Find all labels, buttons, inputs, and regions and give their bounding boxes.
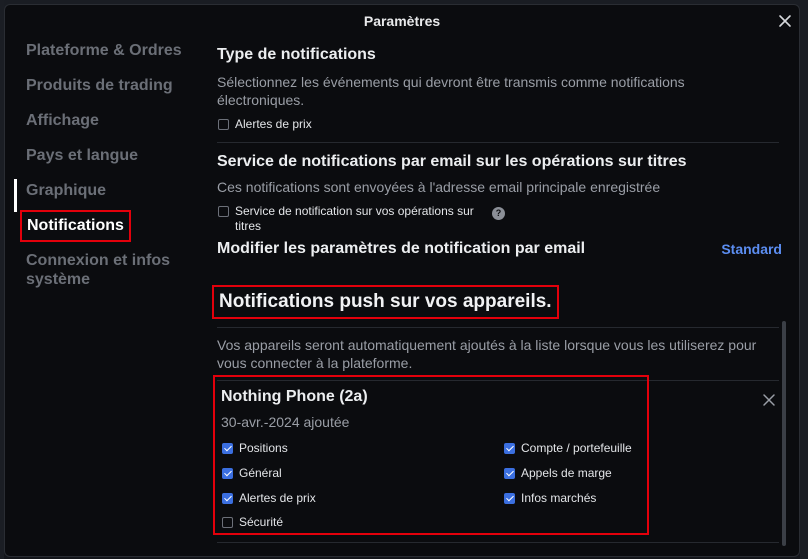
email-service-checkbox[interactable] bbox=[218, 206, 229, 217]
settings-sidebar: Plateforme & Ordres Produits de trading … bbox=[5, 41, 200, 304]
positions-checkbox[interactable] bbox=[222, 443, 233, 454]
email-settings-row: Modifier les paramètres de notification … bbox=[217, 239, 782, 259]
close-icon[interactable] bbox=[777, 13, 793, 29]
section-description-push: Vos appareils seront automatiquement ajo… bbox=[217, 337, 757, 371]
section-title-push: Notifications push sur vos appareils. bbox=[212, 285, 559, 319]
push-title-wrap: Notifications push sur vos appareils. bbox=[212, 285, 781, 319]
standard-link[interactable]: Standard bbox=[721, 241, 782, 257]
option-positions[interactable]: Positions bbox=[221, 441, 316, 456]
option-account-portfolio[interactable]: Compte / portefeuille bbox=[503, 441, 632, 456]
market-info-label: Infos marchés bbox=[521, 491, 597, 505]
dialog-title: Paramètres bbox=[363, 13, 441, 29]
sidebar-item-platform-orders[interactable]: Plateforme & Ordres bbox=[5, 41, 200, 61]
divider bbox=[217, 142, 779, 143]
margin-calls-checkbox[interactable] bbox=[504, 468, 515, 479]
security-checkbox[interactable] bbox=[222, 517, 233, 528]
dialog-header: Paramètres bbox=[5, 5, 799, 37]
divider bbox=[217, 542, 779, 543]
section-title-notification-type: Type de notifications bbox=[217, 46, 376, 63]
section-description-email-service: Ces notifications sont envoyées à l'adre… bbox=[217, 179, 661, 195]
device-card-highlight: Nothing Phone (2a) 30-avr.-2024 ajoutée … bbox=[213, 375, 649, 535]
device-options-left: Positions Général Alertes de prix Sécuri… bbox=[221, 441, 316, 530]
sidebar-active-indicator bbox=[14, 179, 17, 212]
option-general[interactable]: Général bbox=[221, 466, 316, 481]
option-market-info[interactable]: Infos marchés bbox=[503, 491, 632, 506]
account-portfolio-checkbox[interactable] bbox=[504, 443, 515, 454]
scrollbar[interactable] bbox=[782, 321, 786, 546]
sidebar-item-chart[interactable]: Graphique bbox=[5, 181, 200, 201]
sidebar-item-country-language[interactable]: Pays et langue bbox=[5, 146, 200, 166]
remove-device-icon[interactable] bbox=[762, 393, 776, 407]
option-price-alerts[interactable]: Alertes de prix bbox=[221, 491, 316, 506]
device-added-date: 30-avr.-2024 ajoutée bbox=[221, 414, 350, 430]
device-price-alerts-label: Alertes de prix bbox=[239, 491, 316, 505]
price-alerts-label: Alertes de prix bbox=[235, 117, 312, 131]
sidebar-item-login-system[interactable]: Connexion et infos système bbox=[5, 251, 175, 289]
sidebar-item-notifications[interactable]: Notifications bbox=[5, 210, 200, 242]
security-label: Sécurité bbox=[239, 515, 284, 529]
sidebar-item-trading-products[interactable]: Produits de trading bbox=[5, 76, 200, 96]
notifications-panel: Type de notifications Sélectionnez les é… bbox=[212, 41, 782, 381]
account-portfolio-label: Compte / portefeuille bbox=[521, 441, 632, 455]
positions-label: Positions bbox=[239, 441, 288, 455]
section-description-notification-type: Sélectionnez les événements qui devront … bbox=[217, 74, 685, 108]
section-title-email-service: Service de notifications par email sur l… bbox=[217, 153, 687, 170]
email-service-checkbox-row[interactable]: Service de notification sur vos opératio… bbox=[217, 204, 781, 234]
help-icon[interactable]: ? bbox=[492, 207, 505, 220]
option-margin-calls[interactable]: Appels de marge bbox=[503, 466, 632, 481]
price-alerts-checkbox[interactable] bbox=[218, 119, 229, 130]
background-app-right bbox=[800, 0, 808, 559]
device-options-right: Compte / portefeuille Appels de marge In… bbox=[503, 441, 632, 506]
device-name: Nothing Phone (2a) bbox=[221, 388, 368, 405]
general-checkbox[interactable] bbox=[222, 468, 233, 479]
sidebar-item-display[interactable]: Affichage bbox=[5, 111, 200, 131]
divider bbox=[217, 327, 779, 328]
section-title-email-settings: Modifier les paramètres de notification … bbox=[217, 240, 586, 257]
option-security[interactable]: Sécurité bbox=[221, 515, 316, 530]
price-alerts-checkbox-row[interactable]: Alertes de prix bbox=[217, 117, 781, 132]
market-info-checkbox[interactable] bbox=[504, 493, 515, 504]
margin-calls-label: Appels de marge bbox=[521, 466, 612, 480]
email-service-label: Service de notification sur vos opératio… bbox=[235, 204, 474, 233]
device-price-alerts-checkbox[interactable] bbox=[222, 493, 233, 504]
general-label: Général bbox=[239, 466, 282, 480]
settings-dialog: Paramètres Plateforme & Ordres Produits … bbox=[4, 4, 800, 557]
